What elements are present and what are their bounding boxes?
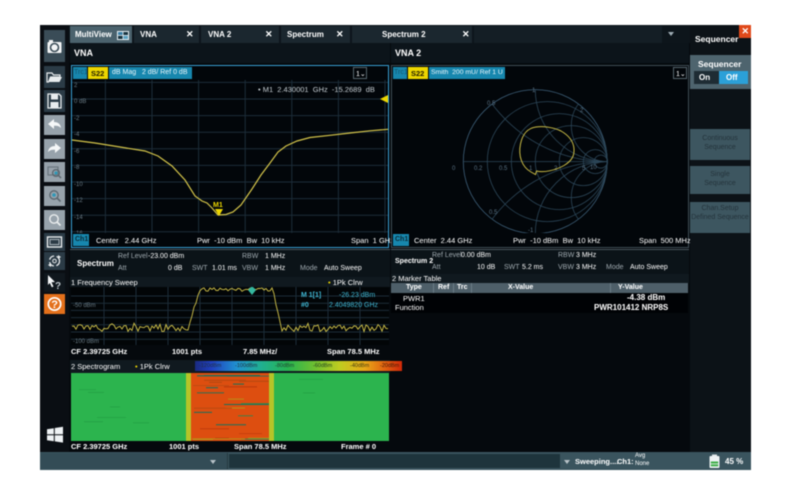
svg-text:-6: -6: [74, 149, 80, 155]
svg-text:?: ?: [51, 299, 58, 311]
svg-text:10: 10: [590, 165, 597, 171]
svg-text:-12: -12: [74, 198, 83, 204]
svg-text:0: 0: [452, 166, 456, 172]
svg-text:-50 dBm: -50 dBm: [73, 303, 96, 309]
svg-text:• M1 2.430001 GHz -15.2689: • M1 2.430001 GHz -15.2689 dB: [258, 85, 375, 94]
svg-text:0.2: 0.2: [474, 166, 483, 172]
svg-text:-14: -14: [74, 215, 83, 221]
svg-text:0.5: 0.5: [487, 101, 496, 107]
svg-text:?: ?: [55, 281, 61, 292]
svg-text:-8: -8: [74, 165, 80, 171]
svg-text:M1: M1: [213, 202, 223, 209]
svg-text:2.4049820 GHz: 2.4049820 GHz: [329, 302, 379, 309]
svg-text:0.5: 0.5: [489, 210, 498, 216]
svg-text:-10: -10: [74, 182, 83, 188]
svg-text:M 1[1]: M 1[1]: [301, 292, 321, 299]
svg-text:0 dB: 0 dB: [74, 99, 86, 105]
svg-text:-26.23 dBm: -26.23 dBm: [339, 292, 375, 299]
svg-text:0.5: 0.5: [499, 166, 508, 172]
svg-text:-2: -2: [74, 116, 80, 122]
svg-text:#0: #0: [301, 302, 309, 309]
svg-text:2: 2: [580, 108, 584, 114]
svg-text:2: 2: [74, 83, 78, 89]
svg-text:-4: -4: [74, 132, 80, 138]
